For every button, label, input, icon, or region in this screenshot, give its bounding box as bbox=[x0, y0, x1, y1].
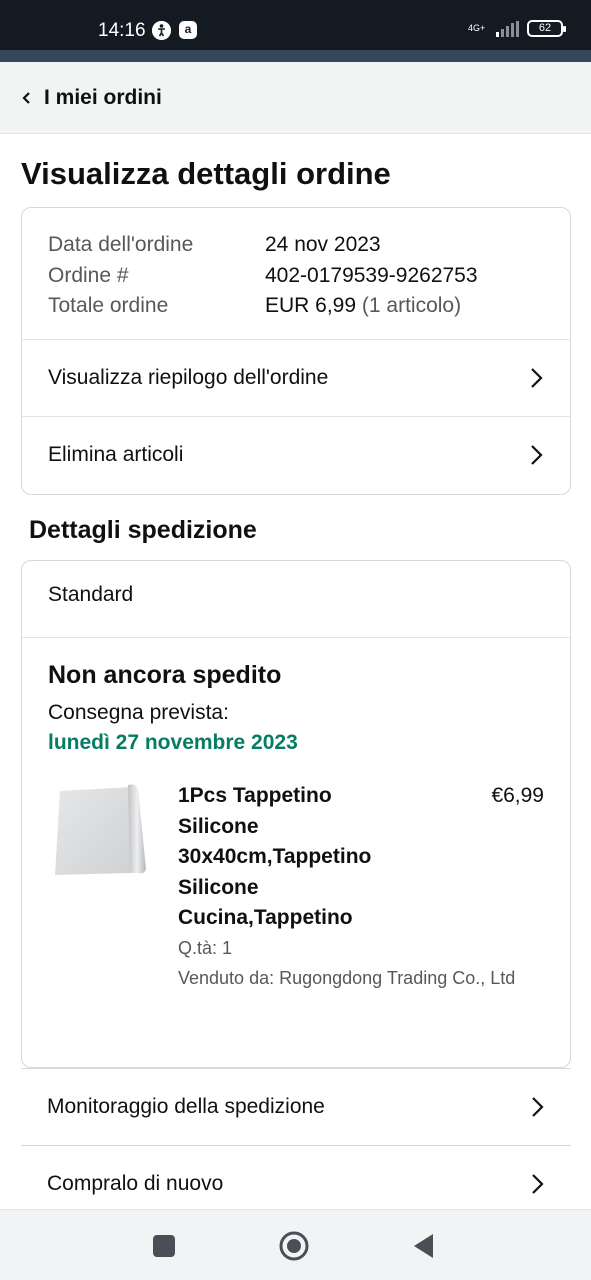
shipment-status: Non ancora spedito bbox=[48, 661, 282, 689]
page-title: Visualizza dettagli ordine bbox=[21, 156, 391, 191]
order-number-label: Ordine # bbox=[48, 263, 129, 287]
product-image[interactable] bbox=[52, 783, 150, 883]
order-date-label: Data dell'ordine bbox=[48, 233, 194, 257]
delete-items-label: Elimina articoli bbox=[48, 443, 184, 466]
chevron-right-icon bbox=[529, 1095, 545, 1119]
home-icon[interactable] bbox=[278, 1230, 310, 1262]
track-shipment-link[interactable]: Monitoraggio della spedizione bbox=[21, 1068, 571, 1145]
order-total-items: (1 articolo) bbox=[361, 294, 462, 318]
back-link-label: I miei ordini bbox=[44, 85, 162, 109]
recent-apps-icon[interactable] bbox=[148, 1230, 180, 1262]
system-navigation-bar bbox=[0, 1209, 591, 1280]
accessibility-icon bbox=[152, 21, 171, 40]
network-type: 4G+ bbox=[468, 23, 486, 33]
order-info: Data dell'ordine 24 nov 2023 Ordine # 40… bbox=[48, 230, 478, 322]
chevron-right-icon bbox=[529, 1172, 545, 1196]
product-title-link[interactable]: 1Pcs Tappetino Silicone 30x40cm,Tappetin… bbox=[178, 781, 403, 934]
view-order-summary-label: Visualizza riepilogo dell'ordine bbox=[48, 366, 329, 389]
product-seller: Venduto da: Rugongdong Trading Co., Ltd bbox=[178, 968, 516, 988]
shipping-section-title: Dettagli spedizione bbox=[29, 516, 257, 544]
order-total-row: Totale ordine EUR 6,99 (1 articolo) bbox=[48, 291, 478, 322]
chevron-right-icon bbox=[528, 366, 544, 390]
signal-icon bbox=[496, 20, 519, 37]
shipping-card: Standard Non ancora spedito Consegna pre… bbox=[21, 560, 571, 1068]
order-number-value: 402-0179539-9262753 bbox=[265, 263, 478, 287]
expected-delivery-date: lunedì 27 novembre 2023 bbox=[48, 731, 298, 754]
chevron-left-icon bbox=[20, 91, 34, 105]
chevron-right-icon bbox=[528, 443, 544, 467]
order-date-value: 24 nov 2023 bbox=[265, 233, 381, 257]
divider bbox=[22, 637, 570, 638]
buy-again-label: Compralo di nuovo bbox=[47, 1172, 224, 1195]
back-to-orders-link[interactable]: I miei ordini bbox=[0, 62, 591, 134]
shipping-method: Standard bbox=[48, 583, 134, 606]
expected-delivery-label: Consegna prevista: bbox=[48, 701, 229, 724]
product-quantity: Q.tà: 1 bbox=[178, 938, 233, 958]
status-time: 14:16 bbox=[98, 20, 146, 41]
product-price: €6,99 bbox=[491, 784, 544, 807]
order-summary-card: Data dell'ordine 24 nov 2023 Ordine # 40… bbox=[21, 207, 571, 495]
battery-icon: 62 bbox=[527, 20, 566, 37]
status-notification-icons: a bbox=[152, 21, 197, 40]
track-shipment-label: Monitoraggio della spedizione bbox=[47, 1095, 325, 1118]
order-total-value: EUR 6,99 (1 articolo) bbox=[265, 294, 461, 318]
app-top-strip bbox=[0, 50, 591, 62]
order-date-row: Data dell'ordine 24 nov 2023 bbox=[48, 230, 478, 261]
view-order-summary-link[interactable]: Visualizza riepilogo dell'ordine bbox=[22, 339, 570, 416]
status-right: 4G+ 62 bbox=[468, 20, 566, 37]
delete-items-link[interactable]: Elimina articoli bbox=[22, 416, 570, 493]
back-icon[interactable] bbox=[408, 1230, 440, 1262]
amazon-app-icon: a bbox=[179, 21, 197, 39]
order-number-row: Ordine # 402-0179539-9262753 bbox=[48, 261, 478, 292]
status-bar: 14:16 a 4G+ 62 bbox=[0, 0, 591, 50]
order-total-amount: EUR 6,99 bbox=[265, 294, 357, 318]
order-total-label: Totale ordine bbox=[48, 294, 169, 318]
